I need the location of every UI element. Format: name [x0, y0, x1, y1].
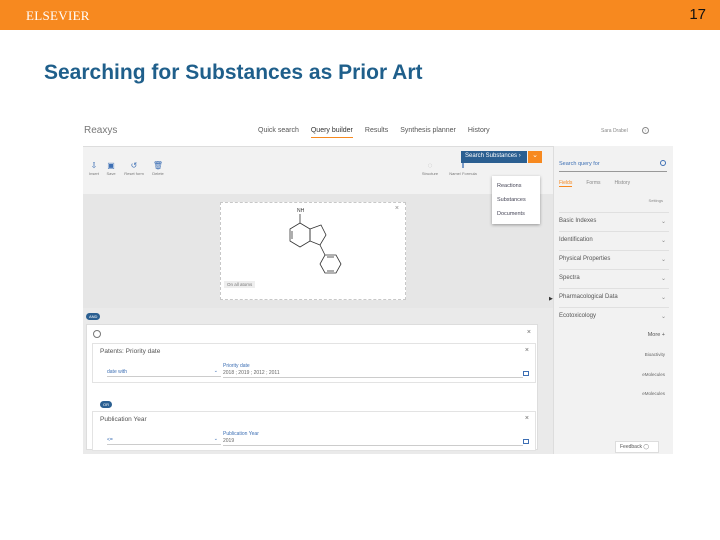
field-label: Priority date: [223, 363, 250, 369]
sidebar-item-spectra[interactable]: Spectra ⌄: [559, 269, 669, 287]
search-icon[interactable]: [660, 160, 666, 166]
sidebar-item-physical-properties[interactable]: Physical Properties ⌄: [559, 250, 669, 268]
name-formula-button[interactable]: ‖ Name/ Formula: [445, 161, 481, 176]
tab-forms[interactable]: Forms: [586, 180, 600, 187]
undo-icon: ◌: [427, 161, 433, 170]
fields-sidebar: Search query for Fields Forms History Se…: [553, 146, 673, 454]
on-all-atoms-toggle[interactable]: On all atoms: [224, 281, 256, 288]
save-button[interactable]: ▣ Save: [102, 161, 120, 176]
close-icon[interactable]: ×: [527, 329, 531, 336]
nav-query-builder[interactable]: Query builder: [310, 127, 353, 138]
slide-title: Searching for Substances as Prior Art: [44, 61, 423, 84]
sidebar-sub-item[interactable]: Bioactivity: [645, 352, 665, 357]
reaxys-screenshot: Reaxys Quick search Query builder Result…: [83, 118, 673, 454]
structure-canvas[interactable]: × NH On all atoms: [220, 202, 406, 300]
sidebar-sub-item[interactable]: eMolecules: [642, 372, 665, 377]
sidebar-tabs: Fields Forms History: [559, 180, 630, 187]
delete-icon: 🗑: [152, 161, 164, 170]
chevron-down-icon: ⌄: [213, 368, 218, 374]
structure-editor-area: × NH On all atoms: [83, 194, 553, 308]
sidebar-item-identification[interactable]: Identification ⌄: [559, 231, 669, 249]
filter-title: Publication Year: [100, 416, 147, 423]
chevron-down-icon: ⌄: [213, 436, 218, 442]
header-bar: ELSEVIER 17: [0, 0, 720, 30]
atom-label: NH: [297, 208, 305, 214]
search-type-menu: Reactions Substances Documents: [492, 176, 540, 224]
calendar-icon[interactable]: [523, 439, 529, 444]
search-dropdown-toggle[interactable]: ⌄: [528, 151, 542, 163]
filter-group-panel: × Patents: Priority date × date with ⌄ P…: [86, 324, 538, 451]
structure-button[interactable]: ◌ Structure: [419, 161, 441, 176]
close-icon[interactable]: ×: [525, 415, 529, 422]
main-nav: Quick search Query builder Results Synth…: [258, 127, 490, 138]
menu-item-documents[interactable]: Documents: [497, 207, 535, 221]
calendar-icon[interactable]: [523, 371, 529, 376]
search-substances-button[interactable]: Search Substances ›: [461, 151, 527, 163]
nav-history[interactable]: History: [468, 127, 490, 138]
tab-history[interactable]: History: [615, 180, 631, 187]
or-operator-badge[interactable]: OR: [100, 401, 112, 408]
close-icon[interactable]: ×: [525, 347, 529, 354]
chevron-down-icon: ⌄: [660, 314, 666, 320]
save-icon: ▣: [107, 161, 115, 170]
user-name[interactable]: Sara Drabel: [601, 128, 628, 134]
sidebar-settings[interactable]: Settings: [649, 198, 663, 203]
reset-form-button[interactable]: ↺ Reset form: [123, 161, 145, 176]
feedback-button[interactable]: Feedback ◯: [615, 441, 659, 453]
reset-icon: ↺: [130, 161, 138, 170]
tab-fields[interactable]: Fields: [559, 180, 573, 187]
chevron-down-icon: ⌄: [660, 295, 666, 301]
sidebar-search-input[interactable]: Search query for: [559, 159, 667, 172]
nav-quick-search[interactable]: Quick search: [258, 127, 299, 138]
slide: ELSEVIER 17 Searching for Substances as …: [0, 0, 720, 540]
chevron-down-icon: ⌄: [660, 257, 666, 263]
delete-button[interactable]: 🗑 Delete: [149, 161, 167, 176]
chevron-down-icon: ⌄: [660, 276, 666, 282]
chevron-down-icon: ⌄: [660, 238, 666, 244]
elsevier-logo: ELSEVIER: [26, 8, 90, 23]
filters-area: AND × Patents: Priority date × date with…: [83, 308, 553, 454]
nav-results[interactable]: Results: [365, 127, 388, 138]
insert-button[interactable]: ⇩ Insert: [85, 161, 103, 176]
reaxys-logo: Reaxys: [84, 125, 118, 136]
menu-item-reactions[interactable]: Reactions: [497, 179, 535, 193]
publication-year-input[interactable]: 2019: [223, 438, 523, 446]
menu-item-substances[interactable]: Substances: [497, 193, 535, 207]
sidebar-item-basic-indexes[interactable]: Basic Indexes ⌄: [559, 212, 669, 230]
editor-toolbar: ⇩ Insert ▣ Save ↺ Reset form 🗑 Delete ◌ …: [83, 146, 553, 194]
filter-patents-priority-date: Patents: Priority date × date with ⌄ Pri…: [92, 343, 536, 383]
more-fields-button[interactable]: More +: [648, 332, 665, 338]
app-navbar: Reaxys Quick search Query builder Result…: [83, 118, 673, 146]
operator-select[interactable]: date with ⌄: [107, 368, 221, 377]
and-operator-badge[interactable]: AND: [86, 313, 101, 320]
nav-synthesis-planner[interactable]: Synthesis planner: [400, 127, 456, 138]
filter-publication-year: Publication Year × <= ⌄ Publication Year…: [92, 411, 536, 451]
sidebar-item-pharmacological-data[interactable]: Pharmacological Data ⌄: [559, 288, 669, 306]
close-icon[interactable]: ×: [395, 205, 399, 212]
sidebar-sub-item[interactable]: eMolecules: [642, 391, 665, 396]
page-number: 17: [689, 6, 706, 23]
field-label: Publication Year: [223, 431, 259, 437]
help-icon[interactable]: ?: [641, 127, 649, 134]
chevron-down-icon: ⌄: [660, 219, 666, 225]
operator-select[interactable]: <= ⌄: [107, 436, 221, 445]
filter-title: Patents: Priority date: [100, 348, 161, 355]
import-icon: ⇩: [90, 161, 98, 170]
user-area: Sara Drabel ?: [601, 127, 649, 134]
sidebar-item-ecotoxicology[interactable]: Ecotoxicology ⌄: [559, 307, 669, 325]
priority-date-input[interactable]: 2018 ; 2019 ; 2012 ; 2011: [223, 370, 523, 378]
settings-icon[interactable]: [93, 330, 101, 338]
